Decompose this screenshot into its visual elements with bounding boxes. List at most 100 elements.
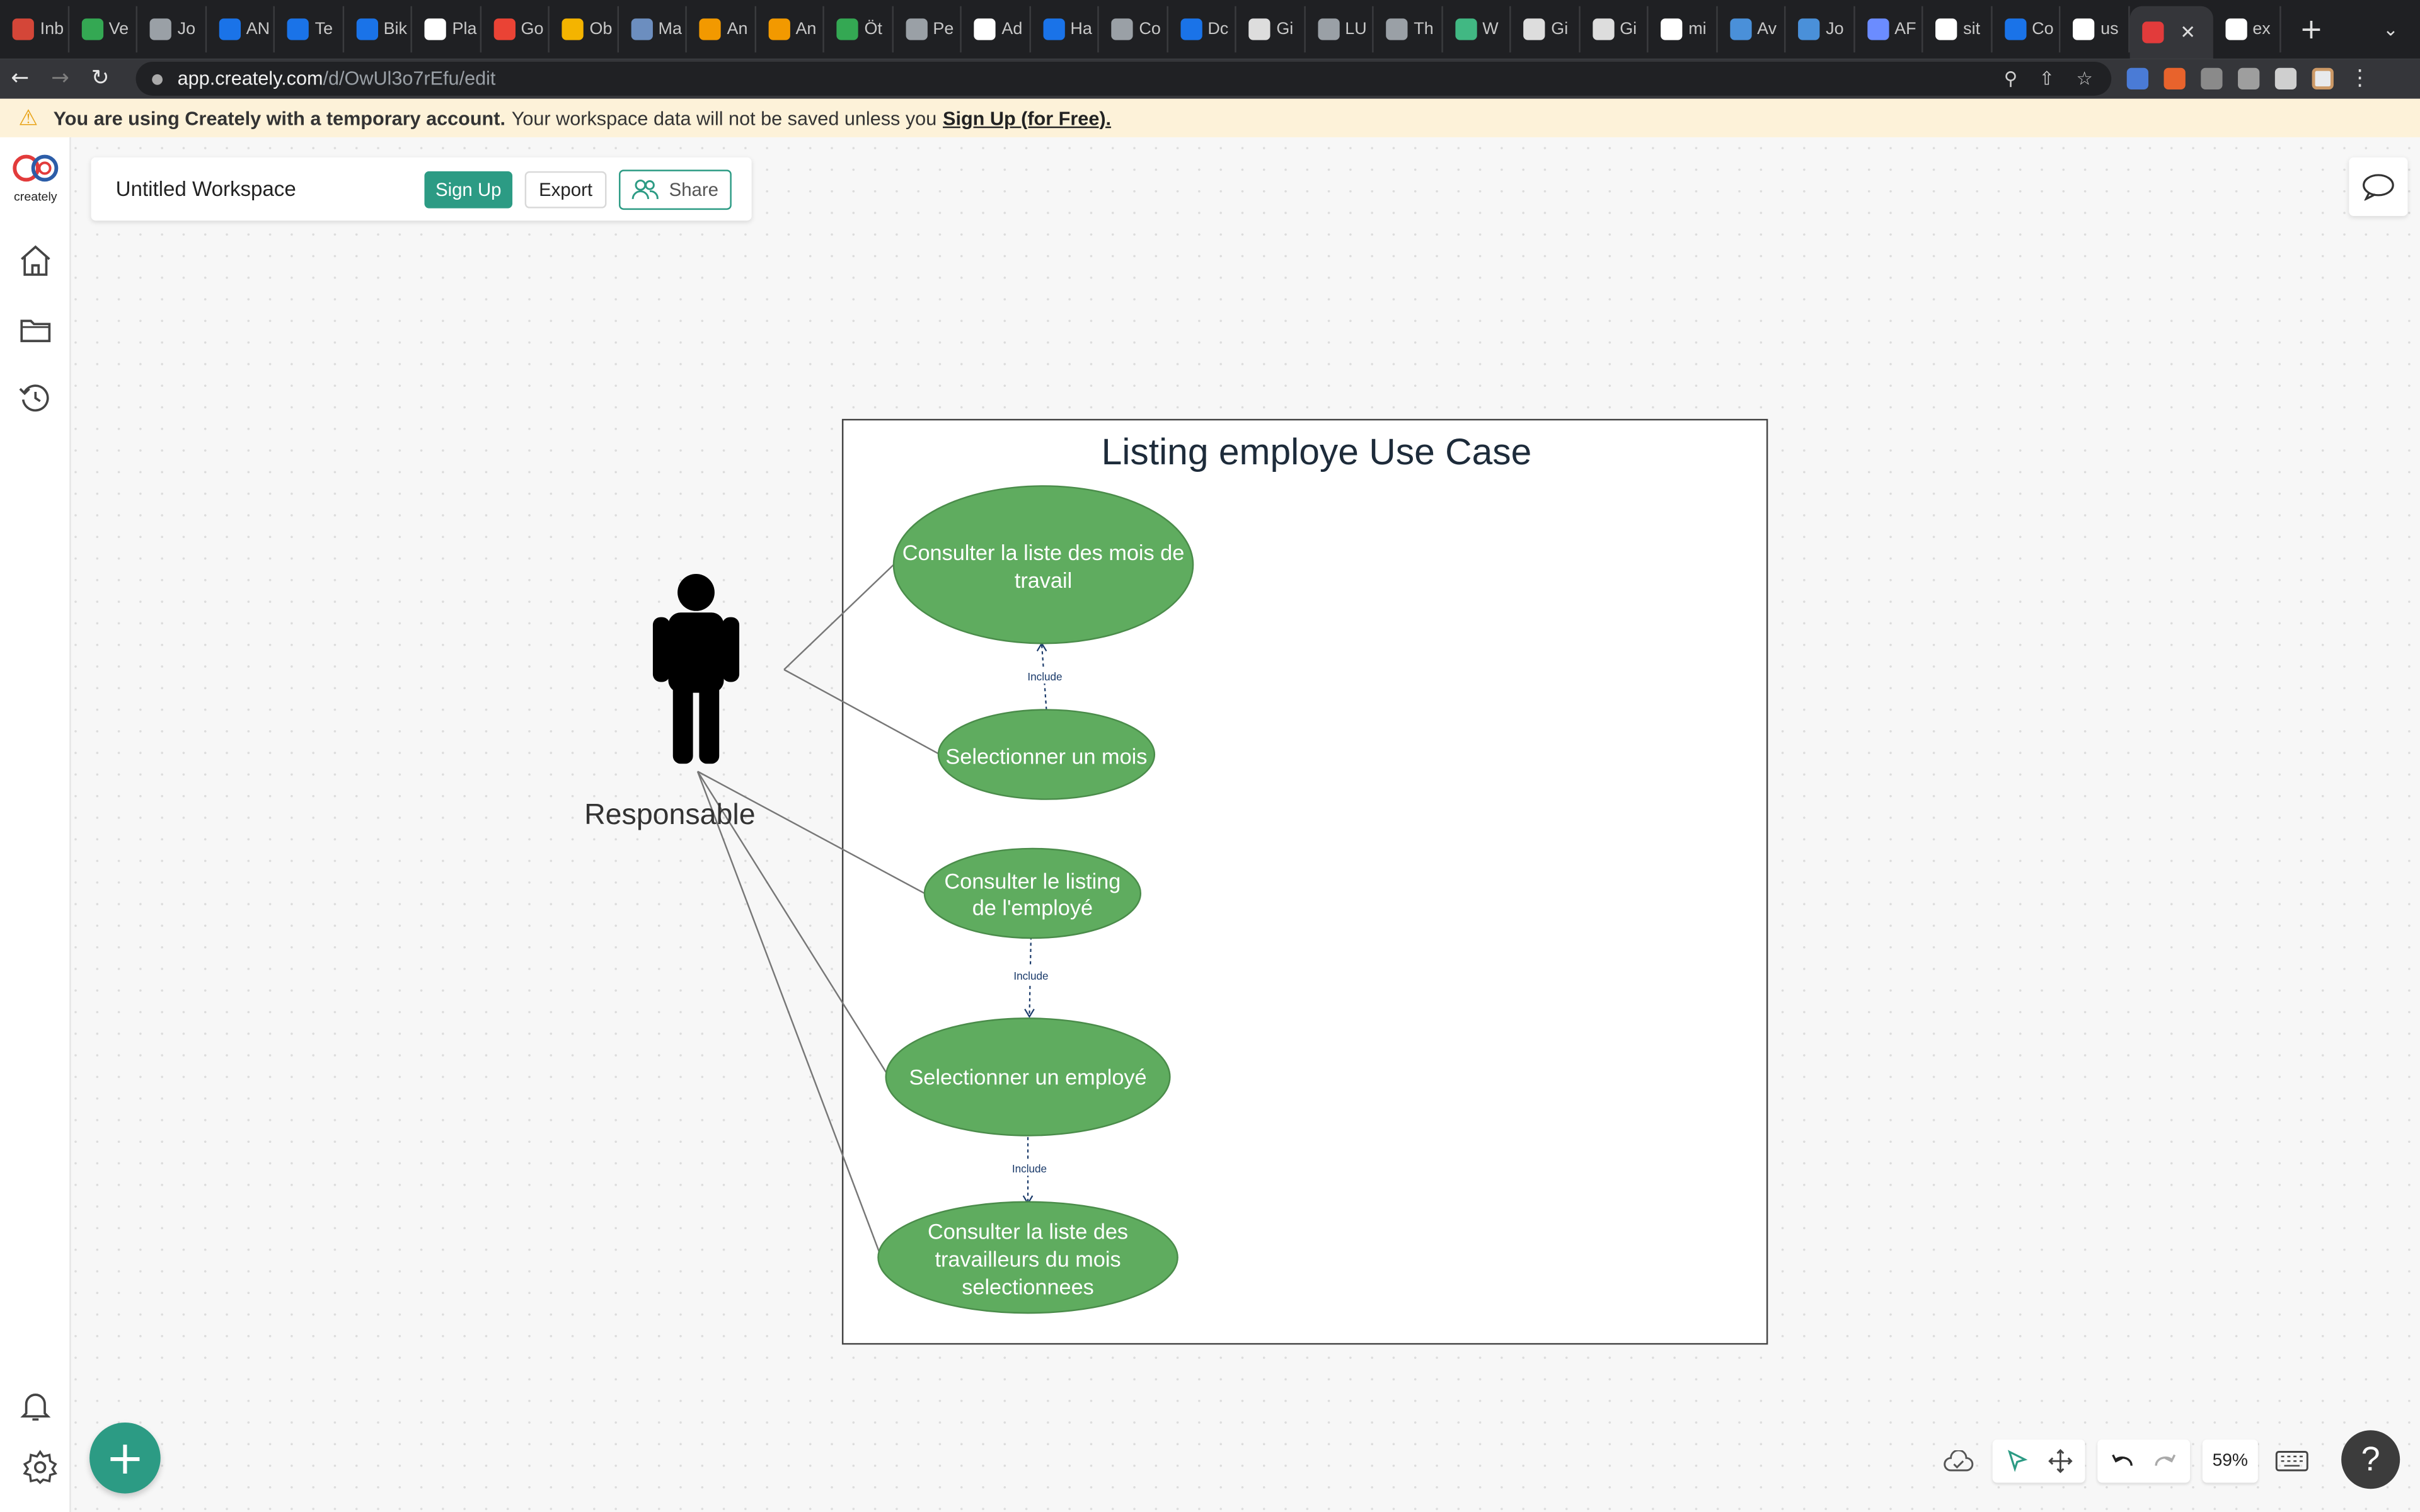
bell-icon[interactable] [17, 1387, 54, 1424]
reload-icon[interactable]: ↻ [80, 66, 120, 91]
select-pointer-icon[interactable] [1996, 1440, 2039, 1483]
tab-search-chevron-down-icon[interactable]: ⌄ [2383, 18, 2399, 40]
share-page-icon[interactable]: ⇧ [2039, 68, 2055, 89]
browser-tab[interactable]: W [1443, 6, 1511, 53]
browser-tab[interactable]: Co [1991, 6, 2061, 53]
actor-figure[interactable] [652, 574, 740, 764]
browser-menu-icon[interactable]: ⋮ [2349, 66, 2370, 91]
browser-tab[interactable]: Bik [343, 6, 412, 53]
tab-title: Jo [177, 20, 196, 39]
browser-tab[interactable]: Gi [1580, 6, 1649, 53]
new-tab-icon[interactable]: + [2300, 13, 2323, 45]
help-button[interactable]: ? [2341, 1430, 2400, 1489]
tab-title: LU [1345, 20, 1367, 39]
tab-title: Pe [933, 20, 954, 39]
export-button[interactable]: Export [524, 171, 607, 209]
tab-title: sit [1963, 20, 1981, 39]
tab-title: Av [1757, 20, 1777, 39]
browser-tab[interactable]: Te [275, 6, 343, 53]
browser-tab[interactable]: Ma [618, 6, 687, 53]
workspace-title[interactable]: Untitled Workspace [116, 178, 425, 201]
actor-label[interactable]: Responsable [584, 798, 756, 830]
use-case-consulter-mois[interactable]: Consulter la liste des mois de travail [892, 485, 1194, 644]
browser-tab[interactable]: Jo [137, 6, 206, 53]
profile-avatar[interactable] [2312, 67, 2334, 90]
bookmark-star-icon[interactable]: ☆ [2076, 68, 2092, 89]
use-case-consulter-travailleurs[interactable]: Consulter la liste des travailleurs du m… [877, 1201, 1178, 1314]
tab-favicon-icon [2004, 18, 2026, 40]
tab-favicon-icon [355, 18, 377, 40]
browser-tab[interactable]: An [687, 6, 756, 53]
redo-icon[interactable] [2144, 1440, 2187, 1483]
browser-tab[interactable]: ex [2213, 6, 2281, 53]
extension-icon[interactable] [2201, 67, 2223, 90]
creately-logo[interactable]: creately [6, 152, 65, 203]
comments-button[interactable] [2349, 157, 2408, 216]
browser-tab[interactable]: Gi [1511, 6, 1580, 53]
tab-favicon-icon [287, 18, 309, 40]
use-case-selectionner-employe[interactable]: Selectionner un employé [885, 1017, 1171, 1137]
browser-tab[interactable]: Öt [824, 6, 893, 53]
browser-tab[interactable]: Av [1717, 6, 1786, 53]
browser-tab[interactable]: us [2060, 6, 2129, 53]
cloud-sync-icon[interactable] [1937, 1440, 1980, 1483]
canvas-area[interactable]: creately Untitled Workspace Sign Up Expo… [0, 137, 2420, 1512]
forward-icon[interactable]: → [40, 66, 81, 91]
browser-tab[interactable]: Pla [412, 6, 481, 53]
browser-tab[interactable]: Gi [1236, 6, 1305, 53]
include-label[interactable]: Include [1013, 970, 1048, 982]
gear-icon[interactable] [21, 1449, 59, 1486]
browser-tab[interactable]: Ob [550, 6, 618, 53]
tab-title: Pla [452, 20, 477, 39]
browser-tab[interactable]: Co [1099, 6, 1168, 53]
browser-tab[interactable]: sit [1923, 6, 1992, 53]
address-bar[interactable]: ● app.creately.com/d/OwUl3o7rEfu/edit ⚲ … [135, 61, 2112, 96]
keyboard-icon[interactable] [2270, 1440, 2313, 1483]
share-label: Share [669, 179, 719, 201]
tab-favicon-icon [768, 18, 790, 40]
browser-tab[interactable]: Go [481, 6, 550, 53]
browser-tab[interactable]: Jo [1785, 6, 1855, 53]
browser-tab[interactable]: Ad [962, 6, 1030, 53]
use-case-label: Selectionner un employé [909, 1066, 1146, 1090]
translate-extension-icon[interactable] [2126, 67, 2149, 90]
sidepanel-icon[interactable] [2274, 67, 2297, 90]
browser-tab[interactable]: mi [1649, 6, 1717, 53]
tab-close-icon[interactable]: ✕ [2180, 21, 2196, 43]
browser-tab[interactable]: Th [1374, 6, 1443, 53]
include-label[interactable]: Include [1012, 1162, 1047, 1175]
browser-tab[interactable]: Ve [69, 6, 137, 53]
browser-tab[interactable]: Inb [0, 6, 69, 53]
sign-up-button[interactable]: Sign Up [424, 171, 513, 209]
browser-tab[interactable]: AN [206, 6, 275, 53]
browser-tab[interactable]: ✕ [2129, 6, 2213, 59]
puzzle-icon[interactable] [2238, 67, 2260, 90]
zoom-level[interactable]: 59% [2202, 1439, 2258, 1483]
browser-tab[interactable]: Pe [893, 6, 962, 53]
tab-title: Ob [589, 20, 613, 39]
tab-favicon-icon [699, 18, 721, 40]
browser-tab[interactable]: LU [1305, 6, 1374, 53]
use-case-selectionner-mois[interactable]: Selectionner un mois [937, 709, 1156, 800]
browser-tab[interactable]: Dc [1168, 6, 1236, 53]
include-label[interactable]: Include [1027, 670, 1062, 683]
extension-icon[interactable] [2164, 67, 2186, 90]
browser-tab[interactable]: An [756, 6, 824, 53]
undo-icon[interactable] [2100, 1440, 2144, 1483]
share-button[interactable]: Share [619, 169, 732, 210]
tab-favicon-icon [1867, 18, 1889, 40]
home-icon[interactable] [17, 242, 54, 279]
pan-move-icon[interactable] [2039, 1440, 2082, 1483]
browser-tab[interactable]: Ha [1030, 6, 1099, 53]
back-icon[interactable]: ← [0, 66, 40, 91]
folder-icon[interactable] [17, 312, 54, 349]
history-icon[interactable] [17, 379, 54, 416]
add-shape-button[interactable]: + [89, 1422, 161, 1494]
tab-title: Co [1139, 20, 1161, 39]
browser-tab[interactable]: AF [1854, 6, 1923, 53]
diagram-title[interactable]: Listing employe Use Case [1102, 432, 1532, 472]
pointer-tools [1992, 1439, 2085, 1483]
key-icon[interactable]: ⚲ [2004, 68, 2018, 89]
use-case-consulter-listing[interactable]: Consulter le listing de l'employé [923, 847, 1142, 939]
signup-free-link[interactable]: Sign Up (for Free). [943, 107, 1111, 129]
